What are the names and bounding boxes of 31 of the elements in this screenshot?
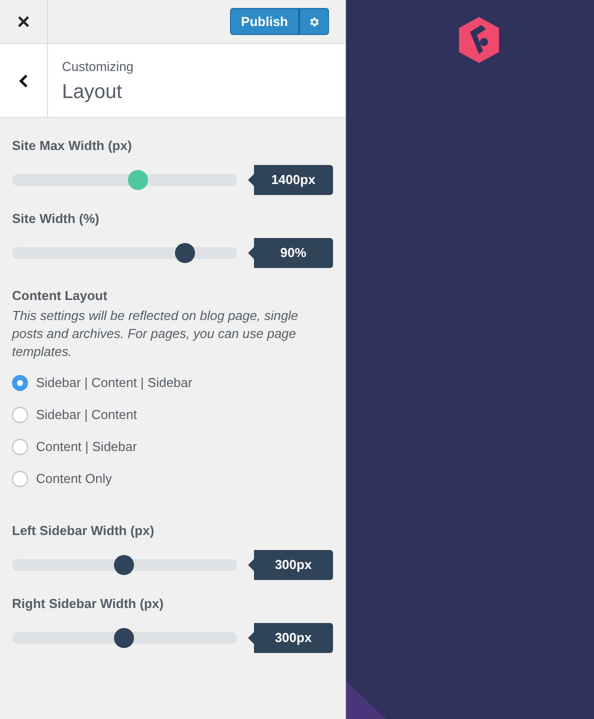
- radio-button[interactable]: [12, 470, 28, 486]
- slider-thumb[interactable]: [114, 628, 134, 648]
- settings-button[interactable]: [299, 8, 329, 35]
- decoration-shape: [346, 681, 386, 719]
- section-title: Layout: [62, 80, 124, 104]
- setting-label: Content Layout: [12, 287, 108, 305]
- slider-thumb[interactable]: [174, 243, 195, 263]
- radio-option[interactable]: Content Only: [12, 468, 333, 488]
- radio-option[interactable]: Sidebar | Content | Sidebar: [12, 372, 333, 392]
- close-button[interactable]: ×: [0, 0, 48, 43]
- setting-description: This settings will be reflected on blog page, single posts and archives. For pages, you can use page templates.: [12, 306, 300, 360]
- value-tooltip: 1400px: [254, 165, 333, 195]
- publish-button[interactable]: Publish: [230, 8, 299, 35]
- slider-label: Right Sidebar Width (px): [12, 596, 165, 612]
- radio-option[interactable]: Sidebar | Content: [12, 404, 333, 424]
- radio-button[interactable]: [12, 406, 28, 422]
- slider-label: Site Width (%): [12, 211, 100, 227]
- slider-thumb[interactable]: [114, 554, 134, 574]
- slider-thumb[interactable]: [128, 170, 148, 190]
- chevron-left-icon: [19, 74, 28, 88]
- slider-label: Site Max Width (px): [12, 138, 133, 154]
- settings-icon: [308, 16, 320, 28]
- logo-icon: [457, 16, 501, 64]
- value-tooltip: 90%: [254, 238, 333, 268]
- value-tooltip: 300px: [254, 622, 333, 652]
- radio-option[interactable]: Content | Sidebar: [12, 436, 333, 456]
- radio-button[interactable]: [12, 438, 28, 454]
- breadcrumb-text: Customizing: [62, 58, 134, 76]
- value-tooltip: 300px: [254, 550, 333, 580]
- slider-label: Left Sidebar Width (px): [12, 522, 156, 538]
- radio-button[interactable]: [12, 374, 28, 390]
